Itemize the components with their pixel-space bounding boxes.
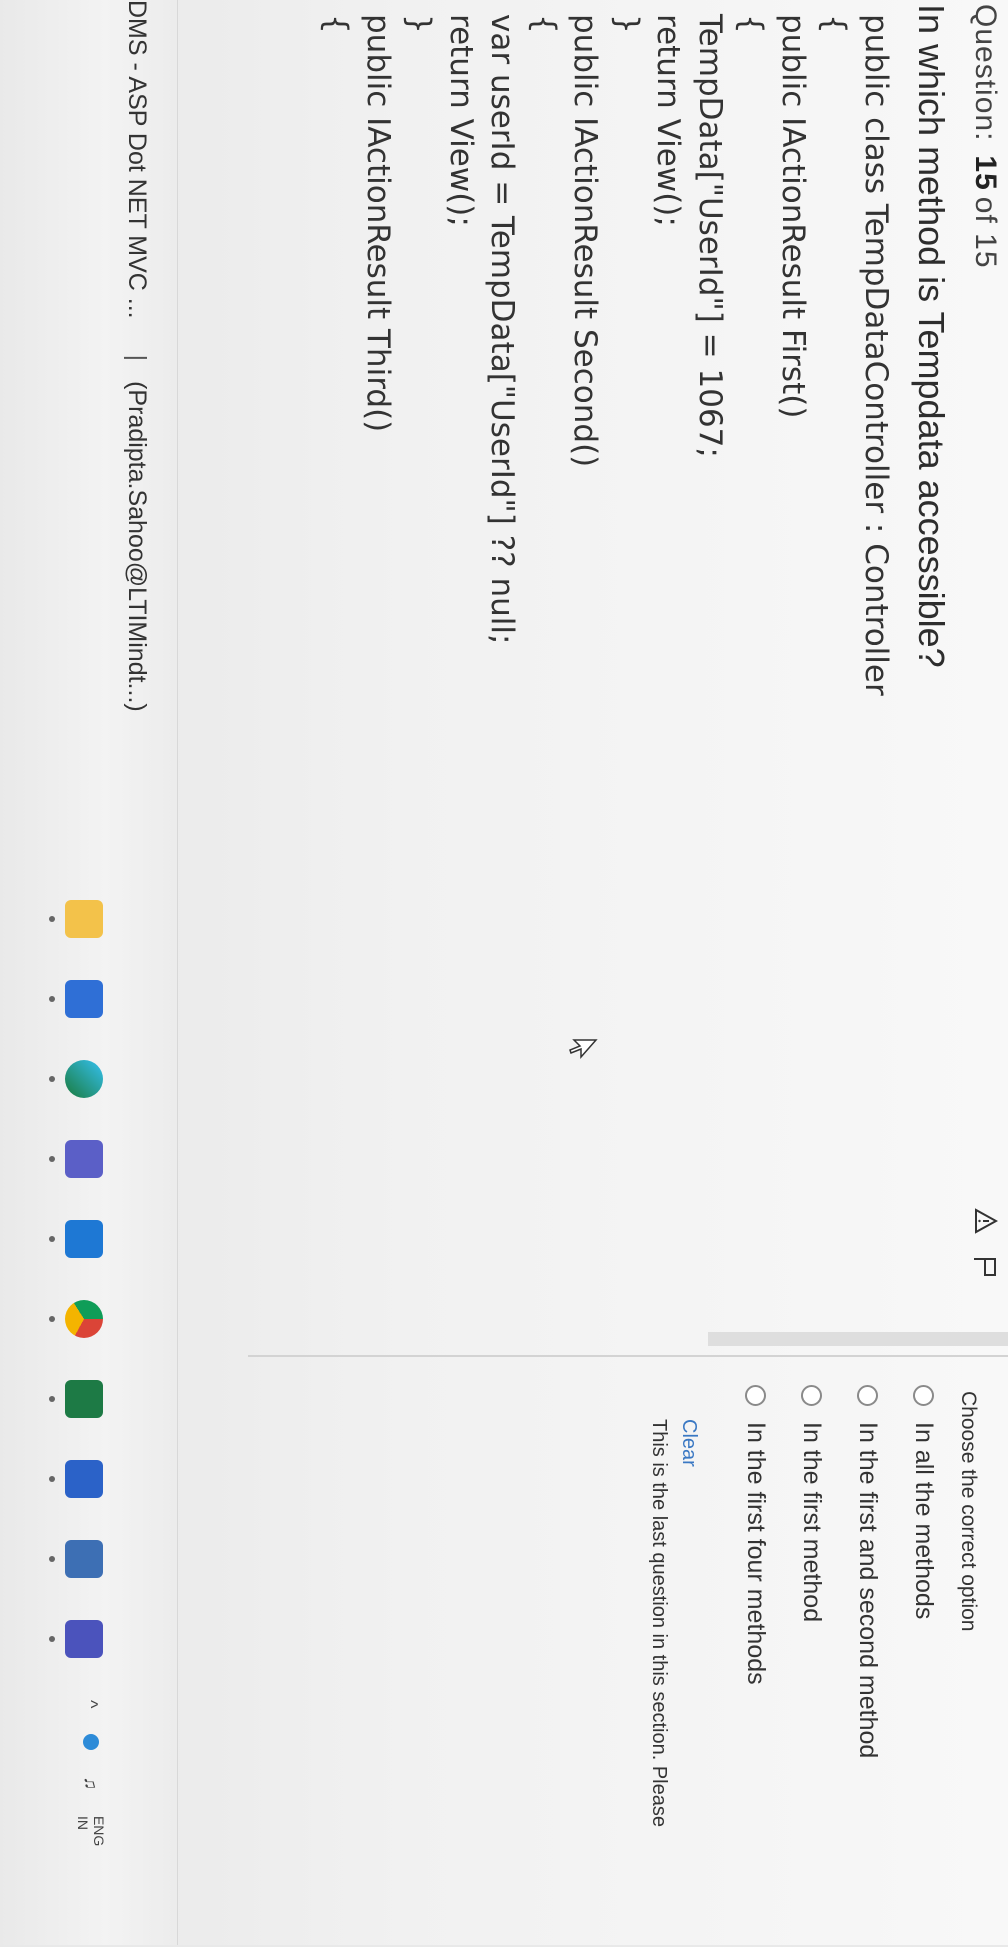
option-first-method[interactable]: In the first method <box>797 1385 826 1622</box>
taskbar: DMS - ASP Dot NET MVC ... | (Pradipta.Saho… <box>0 0 178 1945</box>
code-line: var userId = TempData["UserId"] ?? null; <box>484 14 521 645</box>
onedrive-icon[interactable] <box>83 1734 99 1751</box>
window-user: (Pradipta.Sahoo@LTIMindt...) <box>123 381 151 712</box>
code-line: return View(); <box>443 14 479 227</box>
chevron-up-icon[interactable]: ^ <box>81 1700 102 1708</box>
radio-button[interactable] <box>913 1385 934 1406</box>
teams-icon[interactable] <box>65 1140 103 1178</box>
window-title: DMS - ASP Dot NET MVC ... <box>123 0 151 319</box>
code-line: { <box>526 14 562 34</box>
option-first-four[interactable]: In the first four methods <box>741 1385 770 1685</box>
active-window-title[interactable]: DMS - ASP Dot NET MVC ... | (Pradipta.Saho… <box>122 0 151 712</box>
choose-prompt: Choose the correct option <box>957 1391 980 1632</box>
word-icon[interactable] <box>65 1460 103 1498</box>
code-line: { <box>733 14 770 34</box>
question-header: Question: 15 of 15 <box>968 4 1002 269</box>
option-all-methods[interactable]: In all the methods <box>909 1385 938 1619</box>
code-line: TempData["UserId"] = 1067; <box>692 14 728 458</box>
panel-divider <box>708 1332 1008 1346</box>
calculator-icon[interactable] <box>65 1540 103 1578</box>
code-line: public IActionResult First() <box>775 14 811 419</box>
code-line: } <box>609 14 645 34</box>
file-explorer-icon[interactable] <box>65 900 103 938</box>
question-code: public class TempDataController : Contro… <box>315 14 896 696</box>
question-label: Question: <box>969 4 1002 142</box>
option-label: In the first and second method <box>854 1422 882 1759</box>
option-label: In all the methods <box>910 1422 938 1620</box>
language-bottom: IN <box>75 1815 91 1830</box>
code-line: { <box>318 14 355 34</box>
question-number: 15 <box>969 155 1002 191</box>
code-line: public class TempDataController : Contro… <box>858 14 894 696</box>
answer-panel: Choose the correct option In all the met… <box>248 1355 1008 1947</box>
taskbar-icons <box>65 900 103 1658</box>
question-text: In which method is Tempdata accessible? <box>911 4 952 668</box>
teams-chat-icon[interactable] <box>65 1620 103 1658</box>
excel-icon[interactable] <box>65 1380 103 1418</box>
question-actions <box>972 1208 998 1278</box>
question-total: of 15 <box>969 196 1002 269</box>
radio-button[interactable] <box>745 1385 766 1406</box>
code-line: } <box>401 14 438 34</box>
option-label: In the first four methods <box>742 1422 770 1685</box>
code-line: return View(); <box>650 14 687 227</box>
chrome-icon[interactable] <box>65 1300 103 1338</box>
microsoft-store-icon[interactable] <box>65 980 103 1018</box>
separator: | <box>123 354 151 362</box>
system-tray: ^ ♫ ENG IN <box>75 1700 107 1846</box>
report-warning-icon[interactable] <box>974 1208 998 1234</box>
outlook-icon[interactable] <box>65 1220 103 1258</box>
radio-button[interactable] <box>801 1385 822 1406</box>
language-indicator[interactable]: ENG IN <box>75 1816 107 1846</box>
mouse-cursor-icon <box>569 1039 598 1059</box>
code-line: public IActionResult Third() <box>360 14 396 433</box>
clear-link[interactable]: Clear <box>677 1419 700 1467</box>
last-question-note: This is the last question in this sectio… <box>648 1419 670 1827</box>
code-line: public IActionResult Second() <box>567 14 604 468</box>
radio-button[interactable] <box>857 1385 878 1406</box>
edge-icon[interactable] <box>65 1060 103 1098</box>
code-line: { <box>816 14 853 34</box>
flag-icon[interactable] <box>972 1256 998 1278</box>
option-label: In the first method <box>798 1422 826 1623</box>
option-first-and-second[interactable]: In the first and second method <box>853 1385 882 1758</box>
language-top: ENG <box>91 1815 107 1847</box>
screen: Question: 15 of 15 In which method is Temp… <box>0 0 1008 1947</box>
volume-icon[interactable]: ♫ <box>81 1776 102 1790</box>
